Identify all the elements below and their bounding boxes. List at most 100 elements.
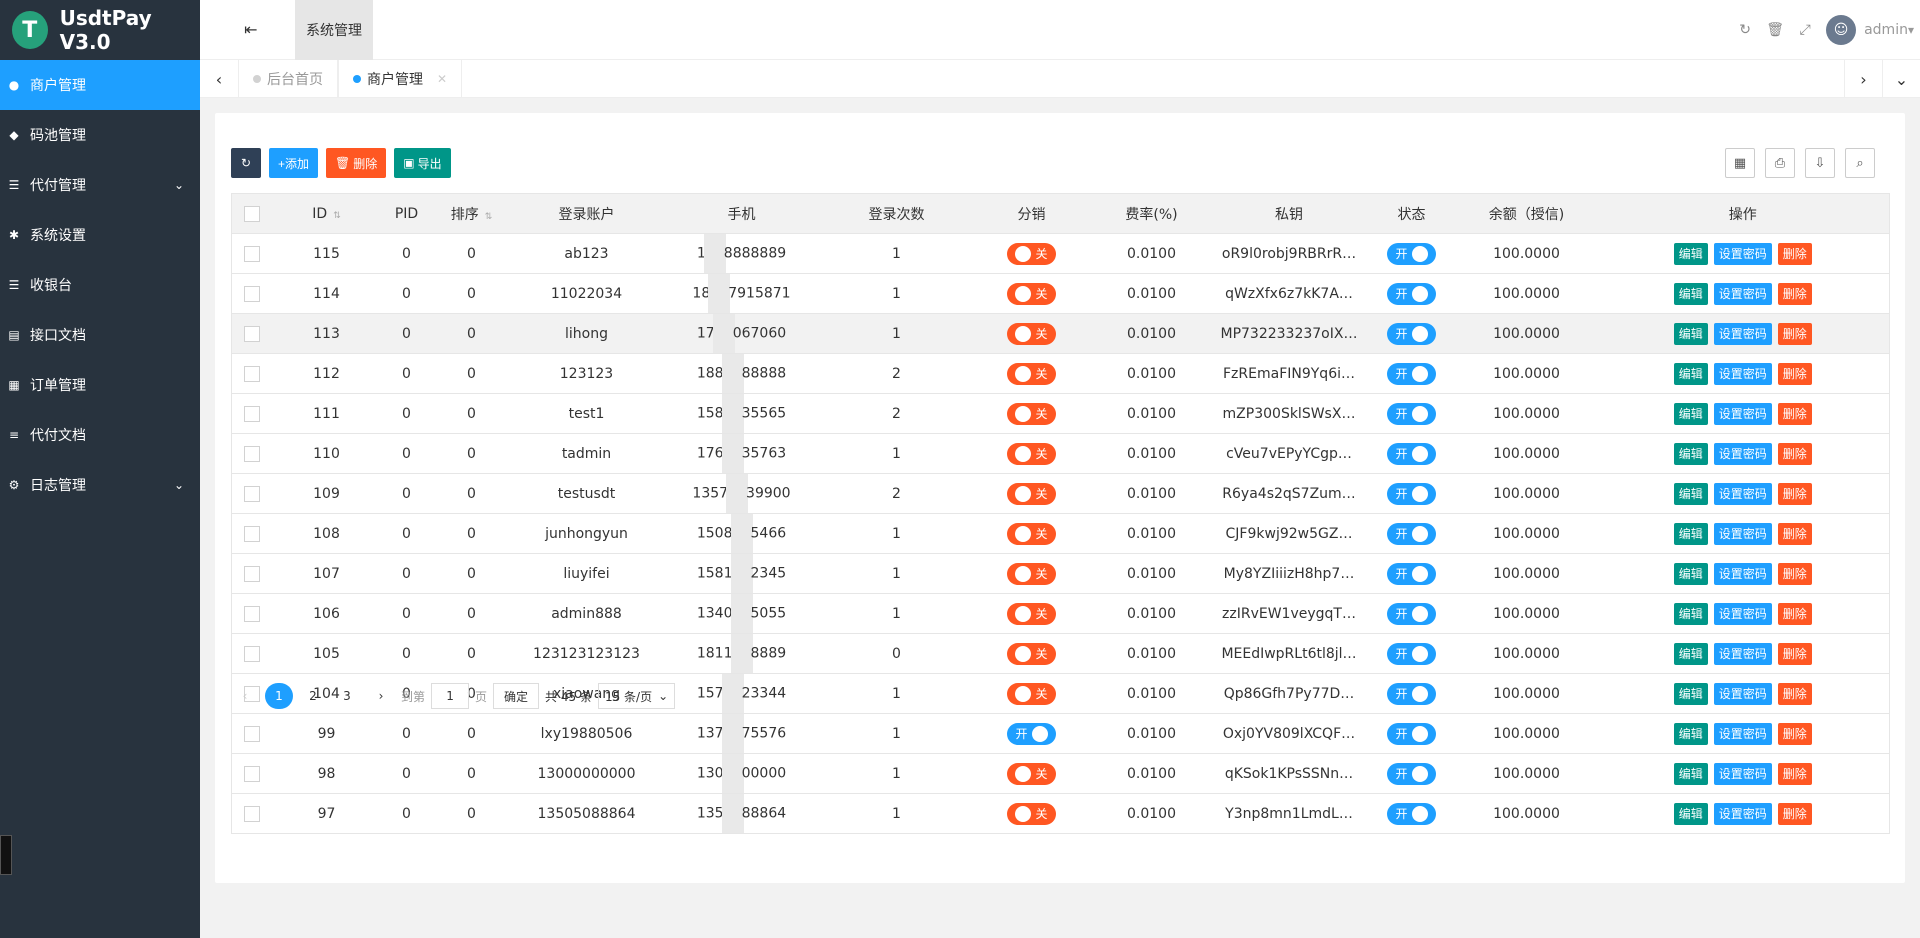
set-password-button[interactable]: 设置密码 — [1713, 282, 1772, 305]
set-password-button[interactable]: 设置密码 — [1713, 722, 1772, 745]
set-password-button[interactable]: 设置密码 — [1713, 482, 1772, 505]
set-password-button[interactable]: 设置密码 — [1713, 802, 1772, 825]
delete-row-button[interactable]: 删除 — [1777, 442, 1812, 465]
status-switch[interactable]: 开 — [1387, 522, 1436, 545]
sidebar-item-8[interactable]: ⚙ 日志管理 ⌄ — [0, 460, 200, 510]
delete-row-button[interactable]: 删除 — [1777, 762, 1812, 785]
delete-row-button[interactable]: 删除 — [1777, 802, 1812, 825]
delete-row-button[interactable]: 删除 — [1777, 562, 1812, 585]
edit-button[interactable]: 编辑 — [1673, 802, 1708, 825]
distribution-switch[interactable]: 关 — [1007, 522, 1056, 545]
status-switch[interactable]: 开 — [1387, 442, 1436, 465]
edit-button[interactable]: 编辑 — [1673, 282, 1708, 305]
fullscreen-icon[interactable]: ⤢ — [1790, 22, 1820, 38]
status-switch[interactable]: 开 — [1387, 402, 1436, 425]
status-switch[interactable]: 开 — [1387, 362, 1436, 385]
refresh-button[interactable]: ↻ — [231, 148, 261, 178]
row-checkbox[interactable] — [243, 285, 260, 302]
goto-page-input[interactable]: 1 — [431, 683, 470, 709]
edit-button[interactable]: 编辑 — [1673, 442, 1708, 465]
delete-row-button[interactable]: 删除 — [1777, 602, 1812, 625]
status-switch[interactable]: 开 — [1387, 802, 1436, 825]
prev-page-icon[interactable]: ‹ — [231, 683, 259, 709]
status-switch[interactable]: 开 — [1387, 482, 1436, 505]
status-switch[interactable]: 开 — [1387, 682, 1436, 705]
sidebar-item-0[interactable]: ● 商户管理 — [0, 60, 200, 110]
row-checkbox[interactable] — [243, 365, 260, 382]
columns-icon[interactable]: ▦ — [1725, 148, 1755, 178]
sidebar-item-4[interactable]: ☰ 收银台 — [0, 260, 200, 310]
trash-icon[interactable]: 🗑 — [1760, 22, 1790, 38]
row-checkbox[interactable] — [243, 445, 260, 462]
delete-row-button[interactable]: 删除 — [1777, 522, 1812, 545]
page-3[interactable]: 3 — [333, 683, 361, 709]
distribution-switch[interactable]: 关 — [1007, 562, 1056, 585]
edit-button[interactable]: 编辑 — [1673, 402, 1708, 425]
set-password-button[interactable]: 设置密码 — [1713, 402, 1772, 425]
row-checkbox[interactable] — [243, 245, 260, 262]
side-widget[interactable] — [0, 835, 12, 875]
delete-row-button[interactable]: 删除 — [1777, 242, 1812, 265]
next-page-icon[interactable]: › — [367, 683, 395, 709]
tab-home[interactable]: 后台首页 — [238, 60, 338, 98]
set-password-button[interactable]: 设置密码 — [1713, 322, 1772, 345]
row-checkbox[interactable] — [243, 605, 260, 622]
set-password-button[interactable]: 设置密码 — [1713, 602, 1772, 625]
distribution-switch[interactable]: 关 — [1007, 362, 1056, 385]
sidebar-item-6[interactable]: ▦ 订单管理 — [0, 360, 200, 410]
set-password-button[interactable]: 设置密码 — [1713, 562, 1772, 585]
distribution-switch[interactable]: 关 — [1007, 642, 1056, 665]
status-switch[interactable]: 开 — [1387, 242, 1436, 265]
sidebar-item-5[interactable]: ▤ 接口文档 — [0, 310, 200, 360]
distribution-switch[interactable]: 关 — [1007, 242, 1056, 265]
delete-row-button[interactable]: 删除 — [1777, 482, 1812, 505]
set-password-button[interactable]: 设置密码 — [1713, 762, 1772, 785]
row-checkbox[interactable] — [243, 805, 260, 822]
tab-prev-icon[interactable]: ‹ — [200, 60, 238, 98]
caret-down-icon[interactable]: ▾ — [1908, 23, 1914, 37]
delete-row-button[interactable]: 删除 — [1777, 322, 1812, 345]
status-switch[interactable]: 开 — [1387, 602, 1436, 625]
print-icon[interactable]: ⎙ — [1765, 148, 1795, 178]
avatar[interactable]: ☺ — [1826, 15, 1857, 45]
edit-button[interactable]: 编辑 — [1673, 722, 1708, 745]
sidebar-item-3[interactable]: ✱ 系统设置 — [0, 210, 200, 260]
status-switch[interactable]: 开 — [1387, 642, 1436, 665]
set-password-button[interactable]: 设置密码 — [1713, 642, 1772, 665]
col-sort[interactable]: 排序 ⇅ — [431, 193, 512, 234]
col-id[interactable]: ID ⇅ — [271, 193, 382, 234]
page-2[interactable]: 2 — [299, 683, 327, 709]
distribution-switch[interactable]: 关 — [1007, 602, 1056, 625]
status-switch[interactable]: 开 — [1387, 282, 1436, 305]
distribution-switch[interactable]: 关 — [1007, 802, 1056, 825]
refresh-icon[interactable]: ↻ — [1730, 22, 1760, 38]
sort-icon[interactable]: ⇅ — [333, 211, 341, 221]
row-checkbox[interactable] — [243, 405, 260, 422]
delete-row-button[interactable]: 删除 — [1777, 402, 1812, 425]
tab-merchant[interactable]: 商户管理 ✕ — [338, 60, 463, 98]
set-password-button[interactable]: 设置密码 — [1713, 362, 1772, 385]
edit-button[interactable]: 编辑 — [1673, 562, 1708, 585]
status-switch[interactable]: 开 — [1387, 322, 1436, 345]
set-password-button[interactable]: 设置密码 — [1713, 242, 1772, 265]
set-password-button[interactable]: 设置密码 — [1713, 442, 1772, 465]
status-switch[interactable]: 开 — [1387, 762, 1436, 785]
confirm-button[interactable]: 确定 — [493, 683, 540, 709]
user-name[interactable]: admin — [1864, 22, 1908, 38]
distribution-switch[interactable]: 开 — [1007, 722, 1056, 745]
row-checkbox[interactable] — [243, 645, 260, 662]
row-checkbox[interactable] — [243, 325, 260, 342]
edit-button[interactable]: 编辑 — [1673, 322, 1708, 345]
delete-row-button[interactable]: 删除 — [1777, 642, 1812, 665]
close-icon[interactable]: ✕ — [437, 72, 447, 86]
sidebar-item-1[interactable]: ◆ 码池管理 — [0, 110, 200, 160]
tab-next-icon[interactable]: › — [1844, 60, 1882, 98]
edit-button[interactable]: 编辑 — [1673, 362, 1708, 385]
row-checkbox[interactable] — [243, 765, 260, 782]
edit-button[interactable]: 编辑 — [1673, 242, 1708, 265]
distribution-switch[interactable]: 关 — [1007, 322, 1056, 345]
system-management-tab[interactable]: 系统管理 — [295, 0, 373, 60]
edit-button[interactable]: 编辑 — [1673, 522, 1708, 545]
edit-button[interactable]: 编辑 — [1673, 682, 1708, 705]
sidebar-item-7[interactable]: ≡ 代付文档 — [0, 410, 200, 460]
